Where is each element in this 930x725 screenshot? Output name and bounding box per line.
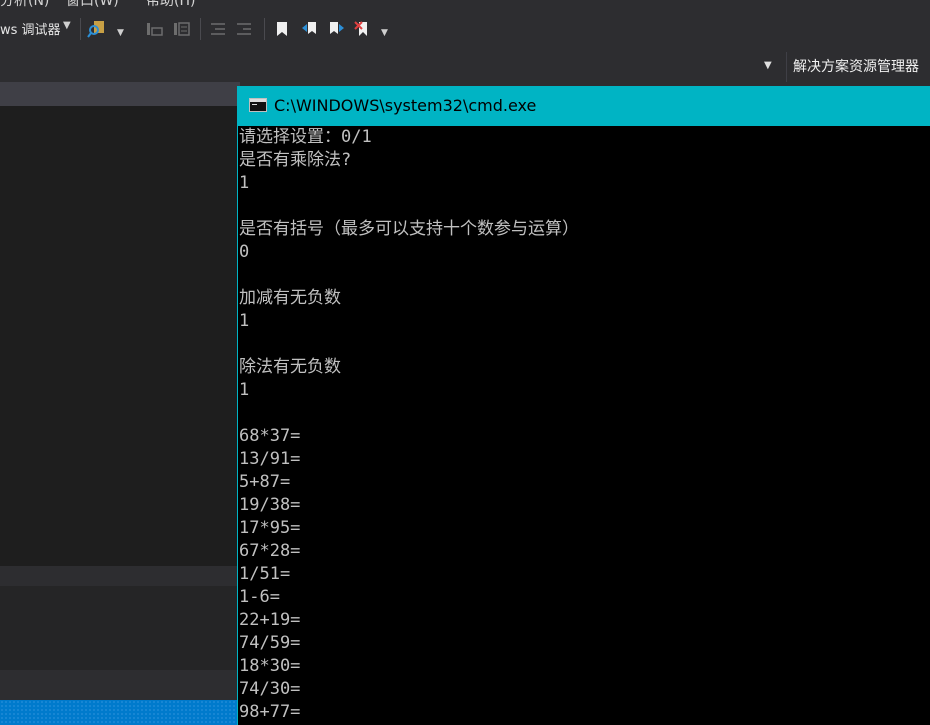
horizontal-scrollbar[interactable] xyxy=(0,566,240,586)
console-line: 0 xyxy=(239,242,250,262)
console-line: 除法有无负数 xyxy=(239,357,341,377)
console-output[interactable]: 请选择设置：0/1 是否有乘除法? 1 是否有括号（最多可以支持十个数参与运算） 0 加减… xyxy=(239,126,929,725)
console-line: 1/51= xyxy=(239,564,291,584)
console-line: 74/30= xyxy=(239,679,301,699)
console-line: 19/38= xyxy=(239,495,301,515)
console-line: 1 xyxy=(239,311,250,331)
prev-bookmark-icon[interactable] xyxy=(299,18,321,40)
solution-explorer-tab[interactable]: 解决方案资源管理器 xyxy=(786,52,930,82)
console-line: 67*28= xyxy=(239,541,301,561)
console-line: 18*30= xyxy=(239,656,301,676)
find-in-files-icon[interactable] xyxy=(86,18,108,40)
menu-bar: 分析(N) 窗口(W) 帮助(H) xyxy=(0,0,930,9)
cmd-window-title: C:\WINDOWS\system32\cmd.exe xyxy=(274,96,537,115)
chevron-down-icon[interactable]: ▼ xyxy=(63,20,71,31)
toolbar-separator xyxy=(200,18,201,40)
console-line: 22+19= xyxy=(239,610,301,630)
console-line: 是否有乘除法? xyxy=(239,150,352,170)
toolbar-separator xyxy=(80,18,81,40)
console-line: 请选择设置：0/1 xyxy=(239,127,372,147)
indent-icon[interactable] xyxy=(233,18,255,40)
menu-item-help[interactable]: 帮助(H) xyxy=(146,0,195,10)
code-editor[interactable] xyxy=(0,106,240,566)
chevron-down-icon[interactable]: ▼ xyxy=(381,28,388,38)
cmd-window[interactable]: C:\WINDOWS\system32\cmd.exe 请选择设置：0/1 是否有… xyxy=(237,86,930,725)
console-line: 1-6= xyxy=(239,587,280,607)
console-line: 68*37= xyxy=(239,426,301,446)
chevron-down-icon[interactable]: ▼ xyxy=(764,60,772,71)
console-line: 加减有无负数 xyxy=(239,288,341,308)
console-icon xyxy=(249,98,267,112)
debugger-dropdown[interactable]: ws 调试器 xyxy=(0,19,61,38)
status-bar xyxy=(0,700,240,725)
chevron-down-icon[interactable]: ▼ xyxy=(117,28,124,38)
editor-tab-bar xyxy=(0,82,240,106)
next-bookmark-icon[interactable] xyxy=(325,18,347,40)
comment-icon[interactable] xyxy=(143,18,165,40)
cmd-titlebar[interactable]: C:\WINDOWS\system32\cmd.exe xyxy=(238,86,930,126)
console-line: 5+87= xyxy=(239,472,291,492)
console-line: 13/91= xyxy=(239,449,301,469)
toolbar: ws 调试器 ▼ ▼ ▼ xyxy=(0,12,930,46)
bookmark-icon[interactable] xyxy=(271,18,293,40)
toolbar-separator xyxy=(264,18,265,40)
menu-item-window[interactable]: 窗口(W) xyxy=(66,0,119,10)
console-line: 98+77= xyxy=(239,702,301,722)
console-line: 17*95= xyxy=(239,518,301,538)
uncomment-icon[interactable] xyxy=(170,18,192,40)
menu-item-analyze[interactable]: 分析(N) xyxy=(0,0,49,10)
output-panel xyxy=(0,586,240,670)
outdent-icon[interactable] xyxy=(207,18,229,40)
console-line: 1 xyxy=(239,380,250,400)
console-line: 是否有括号（最多可以支持十个数参与运算） xyxy=(239,219,579,239)
console-line: 1 xyxy=(239,173,250,193)
clear-bookmarks-icon[interactable] xyxy=(352,18,374,40)
panel-tab-strip xyxy=(0,670,240,700)
console-line: 74/59= xyxy=(239,633,301,653)
